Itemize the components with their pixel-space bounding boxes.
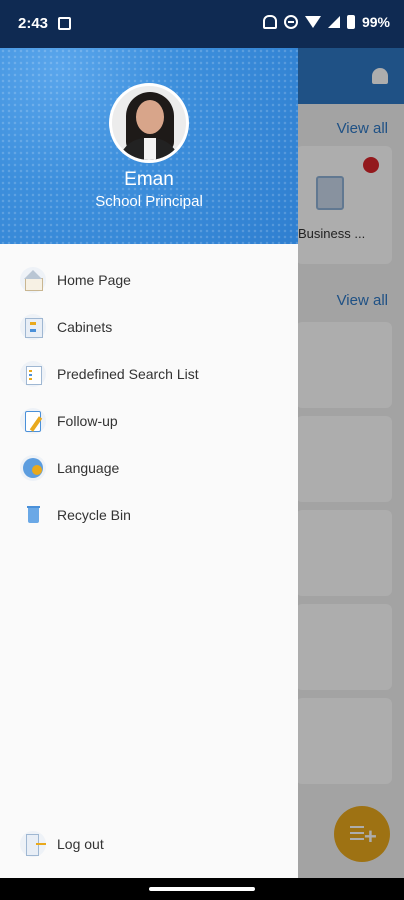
menu-item-label: Language bbox=[57, 459, 120, 476]
menu-item-language[interactable]: Language bbox=[0, 444, 298, 491]
battery-icon bbox=[346, 15, 355, 29]
menu-item-predefined-search-list[interactable]: Predefined Search List bbox=[0, 350, 298, 397]
status-icons: 99% bbox=[262, 14, 390, 30]
menu-item-recycle-bin[interactable]: Recycle Bin bbox=[0, 491, 298, 538]
drawer-header: Eman School Principal bbox=[0, 48, 298, 244]
logout-label: Log out bbox=[57, 835, 104, 852]
globe-icon bbox=[20, 454, 46, 481]
user-name: Eman bbox=[124, 169, 174, 190]
drawer-menu: Home Page Cabinets Predefined Search Lis… bbox=[0, 256, 298, 538]
gallery-notification-icon bbox=[58, 17, 71, 30]
avatar[interactable] bbox=[109, 83, 189, 163]
navigation-drawer: Eman School Principal Home Page Cabinets… bbox=[0, 48, 298, 878]
status-bar: 2:43 99% bbox=[0, 0, 404, 48]
logout-section: Log out bbox=[0, 820, 298, 867]
status-time: 2:43 bbox=[18, 15, 49, 32]
menu-item-label: Cabinets bbox=[57, 318, 113, 335]
home-icon bbox=[20, 266, 46, 293]
search-list-icon bbox=[20, 360, 46, 387]
system-nav-bar bbox=[0, 878, 404, 900]
menu-item-label: Follow-up bbox=[57, 412, 118, 429]
home-gesture-handle[interactable] bbox=[149, 887, 255, 891]
cabinet-icon bbox=[20, 313, 46, 340]
trash-icon bbox=[20, 502, 46, 528]
notifications-off-icon bbox=[262, 15, 277, 29]
cell-signal-icon bbox=[327, 16, 340, 28]
menu-item-home-page[interactable]: Home Page bbox=[0, 256, 298, 303]
logout-icon bbox=[20, 830, 46, 857]
wifi-icon bbox=[304, 16, 321, 28]
battery-percent: 99% bbox=[361, 14, 390, 30]
clipboard-icon bbox=[20, 407, 46, 434]
menu-item-cabinets[interactable]: Cabinets bbox=[0, 303, 298, 350]
menu-item-label: Predefined Search List bbox=[57, 365, 199, 382]
menu-item-follow-up[interactable]: Follow-up bbox=[0, 397, 298, 444]
user-role: School Principal bbox=[95, 193, 203, 210]
do-not-disturb-icon bbox=[283, 15, 298, 29]
menu-item-label: Home Page bbox=[57, 271, 131, 288]
menu-item-label: Recycle Bin bbox=[57, 506, 131, 523]
logout-button[interactable]: Log out bbox=[0, 820, 298, 867]
